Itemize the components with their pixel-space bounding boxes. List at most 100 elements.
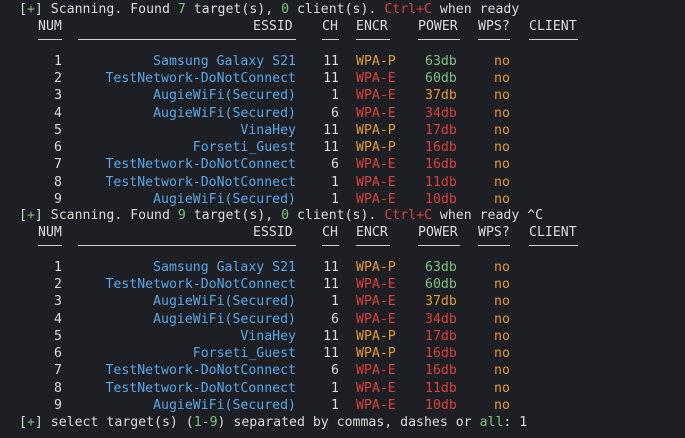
table-row[interactable]: 2 TestNetwork-DoNotConnect 11 WPA-E 60db no (0, 276, 685, 293)
row-num: 5 (54, 122, 62, 138)
table-row[interactable]: 9 AugieWiFi(Secured) 1 WPA-E 10db no (0, 397, 685, 414)
table-row[interactable]: 2 TestNetwork-DoNotConnect 11 WPA-E 60db no (0, 70, 685, 87)
prompt-input[interactable]: 1 (519, 415, 527, 430)
row-channel: 1 (331, 380, 339, 396)
header-underline (0, 36, 685, 46)
row-channel: 6 (331, 105, 339, 121)
table-header: NUM ESSID CH ENCR POWER WPS? CLIENT (0, 18, 685, 35)
status-text: Scanning. Found (42, 2, 178, 17)
row-num: 2 (54, 71, 62, 86)
row-encryption: WPA-E (356, 277, 396, 292)
header-power: POWER (418, 19, 458, 35)
bracket-close: ] (34, 415, 43, 430)
terminal-window[interactable]: [+] Scanning. Found 7 target(s), 0 clien… (0, 0, 685, 438)
row-essid: AugieWiFi(Secured) (153, 88, 296, 104)
table-row[interactable]: 7 TestNetwork-DoNotConnect 6 WPA-E 16db no (0, 362, 685, 379)
row-wps: no (494, 174, 510, 190)
row-essid: TestNetwork-DoNotConnect (105, 380, 296, 396)
row-channel: 1 (331, 294, 339, 310)
row-encryption: WPA-E (356, 191, 396, 207)
column-rule (322, 244, 339, 246)
plus-indicator: + (26, 415, 35, 430)
header-essid: ESSID (253, 19, 293, 35)
prompt-text: : (503, 415, 520, 430)
column-rule (478, 244, 510, 246)
table-row[interactable]: 4 AugieWiFi(Secured) 6 WPA-E 34db no (0, 105, 685, 122)
row-essid: TestNetwork-DoNotConnect (105, 71, 296, 86)
row-essid: TestNetwork-DoNotConnect (105, 157, 296, 173)
row-wps: no (494, 328, 510, 344)
row-power: 37db (425, 88, 457, 104)
bracket-open: [ (19, 415, 27, 430)
row-encryption: WPA-E (356, 380, 396, 396)
row-power: 60db (425, 71, 457, 86)
row-channel: 11 (323, 122, 339, 138)
status-text: client(s). (289, 2, 385, 17)
column-rule (78, 244, 296, 246)
row-num: 2 (54, 277, 62, 292)
table-row[interactable]: 3 AugieWiFi(Secured) 1 WPA-E 37db no (0, 87, 685, 104)
row-power: 10db (425, 397, 457, 413)
table-row[interactable]: 5 VinaHey 11 WPA-P 17db no (0, 122, 685, 139)
table-row[interactable]: 7 TestNetwork-DoNotConnect 6 WPA-E 16db no (0, 156, 685, 173)
row-num: 7 (54, 363, 62, 379)
table-row[interactable]: 9 AugieWiFi(Secured) 1 WPA-E 10db no (0, 191, 685, 208)
row-encryption: WPA-E (356, 294, 396, 310)
row-num: 9 (54, 191, 62, 207)
row-num: 8 (54, 380, 62, 396)
row-encryption: WPA-E (356, 174, 396, 190)
row-power: 11db (425, 380, 457, 396)
table-row[interactable]: 1 Samsung Galaxy S21 11 WPA-P 63db no (0, 259, 685, 276)
row-power: 17db (425, 122, 457, 138)
row-channel: 11 (323, 140, 339, 155)
column-rule (38, 244, 62, 246)
column-rule (418, 38, 460, 40)
row-essid: AugieWiFi(Secured) (153, 191, 296, 207)
table-row[interactable]: 6 Forseti_Guest 11 WPA-P 16db no (0, 139, 685, 156)
column-rule (418, 244, 460, 246)
row-encryption: WPA-E (356, 71, 396, 86)
row-power: 16db (425, 363, 457, 379)
table-row[interactable]: 3 AugieWiFi(Secured) 1 WPA-E 37db no (0, 293, 685, 310)
row-encryption: WPA-E (356, 311, 396, 327)
ctrl-c-hint: Ctrl+C (384, 208, 432, 223)
status-text: when ready (431, 2, 520, 17)
status-text: target(s), (185, 2, 282, 17)
ctrl-c-hint: Ctrl+C (384, 2, 432, 17)
row-power: 16db (425, 157, 457, 173)
table-row[interactable]: 8 TestNetwork-DoNotConnect 1 WPA-E 11db no (0, 380, 685, 397)
row-encryption: WPA-E (356, 105, 396, 121)
row-wps: no (494, 311, 510, 327)
table-row[interactable]: 5 VinaHey 11 WPA-P 17db no (0, 328, 685, 345)
table-row[interactable]: 8 TestNetwork-DoNotConnect 1 WPA-E 11db no (0, 174, 685, 191)
status-text: target(s), (185, 208, 282, 223)
plus-indicator: + (26, 208, 35, 223)
plus-indicator: + (26, 2, 35, 17)
row-wps: no (494, 259, 510, 275)
header-wps: WPS? (478, 19, 510, 35)
row-channel: 11 (323, 71, 339, 86)
row-encryption: WPA-P (356, 140, 396, 155)
row-encryption: WPA-E (356, 88, 396, 104)
header-encr: ENCR (356, 225, 388, 241)
status-text: client(s). (289, 208, 385, 223)
header-client: CLIENT (529, 225, 577, 241)
row-channel: 11 (323, 277, 339, 292)
row-power: 37db (425, 294, 457, 310)
row-channel: 11 (323, 346, 339, 361)
row-channel: 11 (323, 53, 339, 69)
row-wps: no (494, 157, 510, 173)
table-row[interactable]: 6 Forseti_Guest 11 WPA-P 16db no (0, 345, 685, 362)
interrupt-suffix: ^C (519, 208, 544, 223)
row-wps: no (494, 294, 510, 310)
table-row[interactable]: 1 Samsung Galaxy S21 11 WPA-P 63db no (0, 53, 685, 70)
header-num: NUM (38, 225, 62, 241)
target-count: 7 (177, 2, 186, 17)
row-channel: 1 (331, 397, 339, 413)
row-essid: AugieWiFi(Secured) (153, 105, 296, 121)
row-encryption: WPA-P (356, 346, 396, 361)
row-encryption: WPA-E (356, 363, 396, 379)
table-row[interactable]: 4 AugieWiFi(Secured) 6 WPA-E 34db no (0, 311, 685, 328)
row-encryption: WPA-E (356, 157, 396, 173)
row-essid: VinaHey (240, 328, 296, 344)
